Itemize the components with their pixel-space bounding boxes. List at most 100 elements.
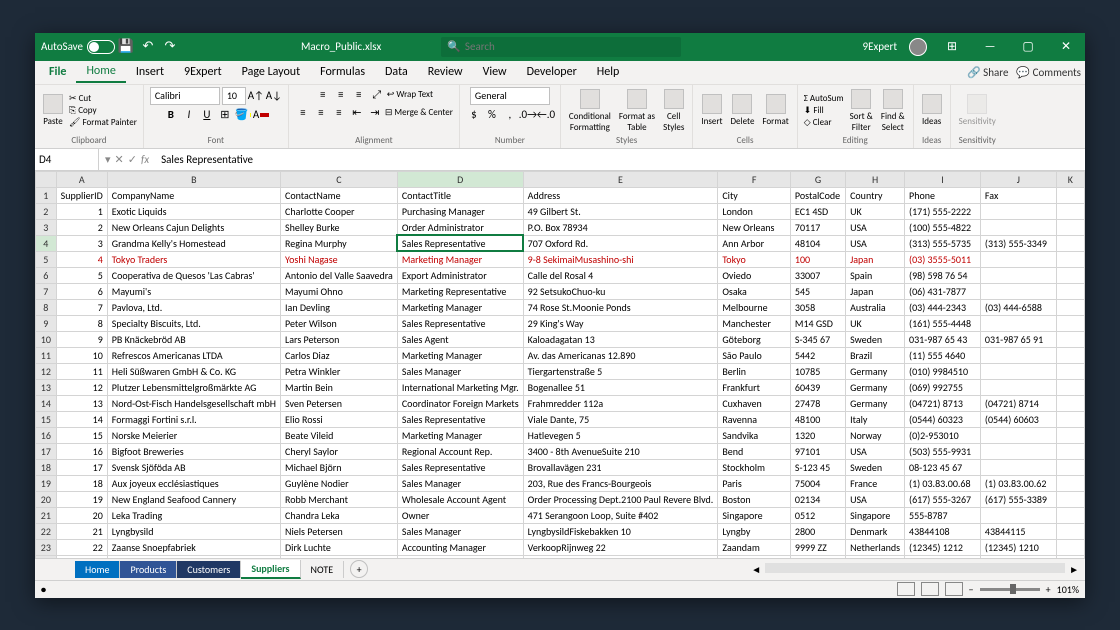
cell[interactable]: (0544) 60323: [905, 411, 981, 427]
cell[interactable]: Viale Dante, 75: [523, 411, 718, 427]
tab-help[interactable]: Help: [587, 62, 630, 82]
paste-button[interactable]: Paste: [41, 92, 65, 129]
cell[interactable]: Av. das Americanas 12.890: [523, 347, 718, 363]
cell[interactable]: 12: [56, 379, 107, 395]
share-button[interactable]: 🔗 Share: [967, 66, 1008, 79]
row-header[interactable]: 2: [36, 203, 57, 219]
cell[interactable]: Lyngby: [718, 523, 791, 539]
cell[interactable]: Berlin: [718, 363, 791, 379]
cell[interactable]: 74 Rose St.Moonie Ponds: [523, 299, 718, 315]
cell[interactable]: M14 GSD: [790, 315, 845, 331]
cell[interactable]: 7: [56, 299, 107, 315]
cell[interactable]: New Orleans Cajun Delights: [107, 219, 280, 235]
cell[interactable]: 5: [56, 267, 107, 283]
cell[interactable]: [1056, 427, 1084, 443]
bold-button[interactable]: B: [163, 107, 179, 123]
cell[interactable]: Singapore: [718, 507, 791, 523]
sheet-tab-products[interactable]: Products: [120, 561, 177, 578]
italic-button[interactable]: I: [181, 107, 197, 123]
hscroll-track[interactable]: [765, 563, 1065, 573]
row-header[interactable]: 10: [36, 331, 57, 347]
cell[interactable]: Brazil: [846, 347, 905, 363]
format-table-button[interactable]: Format as Table: [617, 87, 657, 135]
align-right-icon[interactable]: ≡: [331, 105, 347, 121]
cell[interactable]: [1056, 363, 1084, 379]
inc-decimal-icon[interactable]: .0→: [520, 107, 536, 123]
cell[interactable]: [980, 379, 1056, 395]
tab-9expert[interactable]: 9Expert: [174, 62, 232, 82]
find-select-button[interactable]: Find & Select: [879, 87, 907, 135]
cell[interactable]: (03) 444-6588: [980, 299, 1056, 315]
cell[interactable]: [980, 267, 1056, 283]
cell[interactable]: [980, 443, 1056, 459]
cell[interactable]: Frankfurt: [718, 379, 791, 395]
cell[interactable]: 031-987 65 91: [980, 331, 1056, 347]
cell[interactable]: 17: [56, 459, 107, 475]
cell[interactable]: Shelley Burke: [281, 219, 398, 235]
cell[interactable]: International Marketing Mgr.: [397, 379, 523, 395]
cell[interactable]: Cuxhaven: [718, 395, 791, 411]
cell[interactable]: UK: [846, 315, 905, 331]
cell[interactable]: Regina Murphy: [281, 235, 398, 251]
cell[interactable]: 6: [56, 283, 107, 299]
comments-button[interactable]: 💬 Comments: [1016, 66, 1081, 79]
cell[interactable]: 10: [56, 347, 107, 363]
cell[interactable]: [980, 459, 1056, 475]
cell[interactable]: Marketing Manager: [397, 347, 523, 363]
confirm-fx-icon[interactable]: ✓: [128, 153, 137, 166]
cell[interactable]: Bigfoot Breweries: [107, 443, 280, 459]
cell[interactable]: [1056, 315, 1084, 331]
cell[interactable]: Coordinator Foreign Markets: [397, 395, 523, 411]
row-header[interactable]: 23: [36, 539, 57, 555]
tab-pagelayout[interactable]: Page Layout: [232, 62, 310, 82]
cell[interactable]: 14: [56, 411, 107, 427]
number-format-select[interactable]: General: [470, 87, 550, 105]
cell[interactable]: (313) 555-3349: [980, 235, 1056, 251]
cell[interactable]: Beate Vileid: [281, 427, 398, 443]
cell[interactable]: Nord-Ost-Fisch Handelsgesellschaft mbH: [107, 395, 280, 411]
cell[interactable]: 9-8 SekimaiMusashino-shi: [523, 251, 718, 267]
cell[interactable]: France: [846, 475, 905, 491]
align-center-icon[interactable]: ≡: [313, 105, 329, 121]
cell[interactable]: (11) 555 4640: [905, 347, 981, 363]
cell[interactable]: 23: [56, 555, 107, 558]
minimize-icon[interactable]: —: [977, 40, 1003, 54]
cell[interactable]: Sales Manager: [397, 475, 523, 491]
cell[interactable]: Kaloadagatan 13: [523, 331, 718, 347]
row-header[interactable]: 11: [36, 347, 57, 363]
cell[interactable]: 48104: [790, 235, 845, 251]
cell[interactable]: [1056, 507, 1084, 523]
cell[interactable]: (171) 555-2222: [905, 203, 981, 219]
cell[interactable]: Sandvika: [718, 427, 791, 443]
zoom-slider[interactable]: [980, 588, 1040, 591]
cell[interactable]: Sweden: [846, 459, 905, 475]
cell[interactable]: Purchasing Manager: [397, 203, 523, 219]
cell[interactable]: Peter Wilson: [281, 315, 398, 331]
ideas-button[interactable]: Ideas: [920, 92, 944, 129]
cell[interactable]: Paris: [718, 475, 791, 491]
cell[interactable]: Hatlevegen 5: [523, 427, 718, 443]
header-cell[interactable]: Address: [523, 187, 718, 203]
row-header[interactable]: 1: [36, 187, 57, 203]
cell[interactable]: 43844115: [980, 523, 1056, 539]
cell[interactable]: Tokyo Traders: [107, 251, 280, 267]
cell[interactable]: Göteborg: [718, 331, 791, 347]
hscroll-left-icon[interactable]: ◄: [751, 563, 761, 576]
cell[interactable]: Guylène Nodier: [281, 475, 398, 491]
zoom-out-icon[interactable]: −: [969, 583, 974, 596]
cell[interactable]: 60439: [790, 379, 845, 395]
cell[interactable]: Australia: [846, 299, 905, 315]
cell[interactable]: S-123 45: [790, 459, 845, 475]
cell[interactable]: Tokyo: [718, 251, 791, 267]
cell[interactable]: [1056, 555, 1084, 558]
cell[interactable]: [980, 555, 1056, 558]
tab-review[interactable]: Review: [418, 62, 473, 82]
cell[interactable]: 11: [56, 363, 107, 379]
autosum-button[interactable]: Σ AutoSum: [804, 93, 844, 104]
cell[interactable]: New England Seafood Cannery: [107, 491, 280, 507]
cell[interactable]: Order Processing Dept.2100 Paul Revere B…: [523, 491, 718, 507]
add-sheet-button[interactable]: +: [350, 560, 368, 578]
cell[interactable]: Norway: [846, 427, 905, 443]
cell[interactable]: 43844108: [905, 523, 981, 539]
cell[interactable]: New Orleans: [718, 219, 791, 235]
